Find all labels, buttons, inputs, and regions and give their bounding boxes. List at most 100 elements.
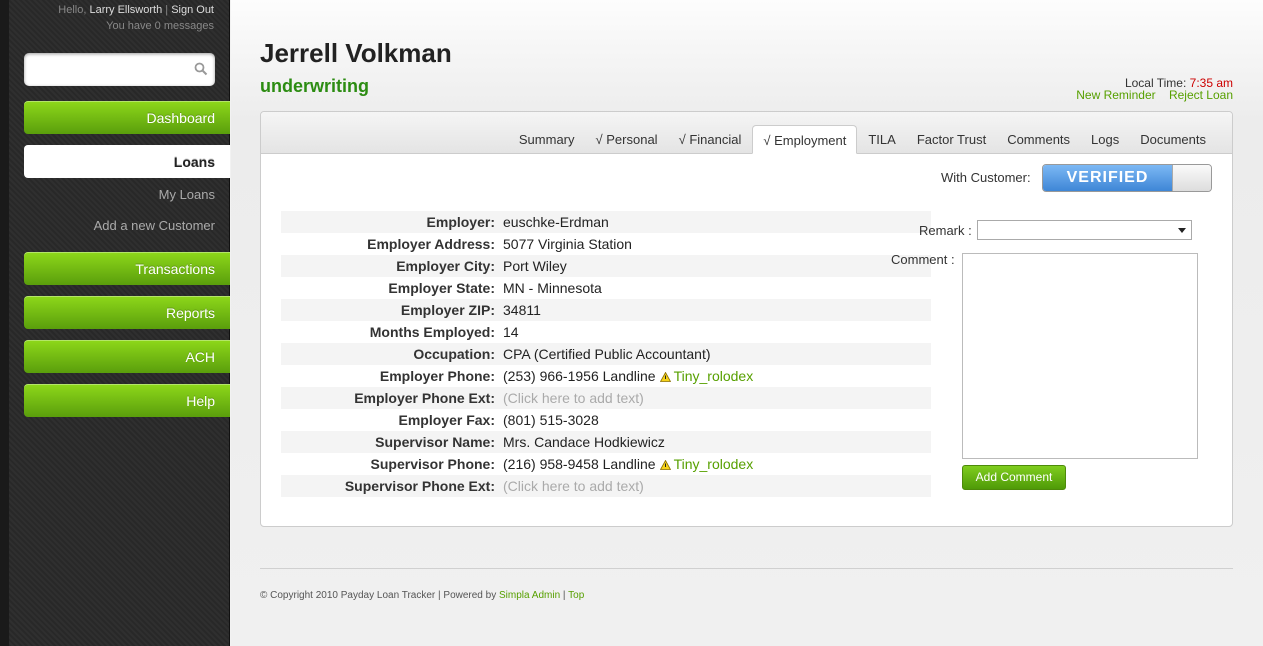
field-row: Employer State: MN - Minnesota	[281, 277, 931, 299]
field-row: Employer Fax: (801) 515-3028	[281, 409, 931, 431]
field-value-cell: (Click here to add text)	[503, 475, 931, 497]
field-row: Supervisor Phone Ext: (Click here to add …	[281, 475, 931, 497]
footer: © Copyright 2010 Payday Loan Tracker | P…	[260, 590, 584, 601]
field-label: Occupation:	[413, 346, 495, 362]
with-customer-toggle[interactable]: VERIFIED	[1042, 164, 1212, 192]
footer-divider	[260, 568, 1233, 569]
tab-logs[interactable]: Logs	[1081, 125, 1129, 154]
field-value-cell: 14	[503, 321, 931, 343]
nav-my-loans[interactable]: My Loans	[24, 187, 215, 202]
tab-bar: Summary √ Personal √ Financial √ Employment…	[508, 125, 1216, 154]
search-box	[24, 53, 215, 86]
field-value-cell: 5077 Virginia Station	[503, 233, 931, 255]
profile-separator: |	[165, 4, 169, 16]
employment-panel: Summary √ Personal √ Financial √ Employment…	[260, 111, 1233, 527]
remark-select[interactable]	[977, 220, 1192, 240]
sidebar: Hello, Larry Ellsworth | Sign Out You ha…	[0, 0, 230, 646]
toggle-knob[interactable]	[1172, 165, 1211, 191]
search-input[interactable]	[24, 53, 184, 86]
nav-loans[interactable]: Loans	[24, 145, 230, 178]
tab-financial[interactable]: √ Financial	[669, 125, 752, 154]
field-value-cell: Mrs. Candace Hodkiewicz	[503, 431, 931, 453]
chevron-down-icon	[1178, 228, 1186, 233]
tab-tila[interactable]: TILA	[858, 125, 905, 154]
nav-dashboard[interactable]: Dashboard	[24, 101, 230, 134]
footer-separator: |	[562, 590, 566, 601]
field-row: Employer: euschke-Erdman	[281, 211, 931, 233]
add-comment-button[interactable]: Add Comment	[962, 465, 1066, 490]
field-value-cell: (253) 966-1956 Landline Tiny_rolodex	[503, 365, 931, 387]
field-value-cell: (801) 515-3028	[503, 409, 931, 431]
field-value-cell: CPA (Certified Public Accountant)	[503, 343, 931, 365]
field-value-cell: 34811	[503, 299, 931, 321]
field-row: Supervisor Name: Mrs. Candace Hodkiewicz	[281, 431, 931, 453]
warning-icon	[659, 460, 671, 470]
field-label: Supervisor Phone Ext:	[344, 478, 495, 494]
field-row: Employer Address: 5077 Virginia Station	[281, 233, 931, 255]
field-row: Employer Phone: (253) 966-1956 Landline Ti…	[281, 365, 931, 387]
employment-fields: Employer: euschke-Erdman Employer Address:…	[281, 211, 931, 497]
field-value: euschke-Erdman	[503, 214, 609, 230]
remark-label: Remark :	[919, 223, 972, 238]
tab-employment[interactable]: √ Employment	[752, 125, 858, 154]
field-value: CPA (Certified Public Accountant)	[503, 346, 711, 362]
field-label: Months Employed:	[369, 324, 495, 340]
main-content: Jerrell Volkman underwriting Local Time:…	[231, 0, 1263, 646]
tab-personal[interactable]: √ Personal	[586, 125, 668, 154]
search-icon[interactable]	[194, 62, 208, 76]
tab-documents[interactable]: Documents	[1130, 125, 1216, 154]
field-value: 34811	[503, 302, 541, 318]
field-label: Supervisor Phone:	[370, 456, 495, 472]
comment-textarea[interactable]	[962, 253, 1198, 459]
field-value: Port Wiley	[503, 258, 567, 274]
field-row: Months Employed: 14	[281, 321, 931, 343]
sidebar-edge	[0, 0, 9, 646]
field-label: Employer Phone:	[379, 368, 495, 384]
tab-comments[interactable]: Comments	[997, 125, 1080, 154]
field-value-cell: Port Wiley	[503, 255, 931, 277]
rolodex-link[interactable]: Tiny_rolodex	[674, 456, 754, 472]
field-value: 5077 Virginia Station	[503, 236, 632, 252]
field-value: Mrs. Candace Hodkiewicz	[503, 434, 665, 450]
with-customer-label: With Customer:	[941, 170, 1031, 185]
field-label: Employer ZIP:	[400, 302, 495, 318]
copyright-text: © Copyright 2010 Payday Loan Tracker | P…	[260, 590, 497, 601]
field-row: Employer ZIP: 34811	[281, 299, 931, 321]
field-row: Occupation: CPA (Certified Public Account…	[281, 343, 931, 365]
user-name-link[interactable]: Larry Ellsworth	[89, 4, 162, 16]
field-label: Supervisor Name:	[375, 434, 495, 450]
top-link[interactable]: Top	[568, 590, 584, 601]
field-label: Employer City:	[396, 258, 495, 274]
tab-summary[interactable]: Summary	[509, 125, 585, 154]
editable-field-value[interactable]: (Click here to add text)	[503, 478, 644, 494]
field-value: MN - Minnesota	[503, 280, 602, 296]
page-title: Jerrell Volkman	[260, 38, 452, 68]
field-value: (801) 515-3028	[503, 412, 599, 428]
action-links: New Reminder Reject Loan	[1066, 88, 1233, 102]
loan-status: underwriting	[260, 76, 369, 96]
field-value-cell: MN - Minnesota	[503, 277, 931, 299]
nav-transactions[interactable]: Transactions	[24, 252, 230, 285]
editable-field-value[interactable]: (Click here to add text)	[503, 390, 644, 406]
new-reminder-link[interactable]: New Reminder	[1076, 88, 1155, 102]
field-label: Employer State:	[388, 280, 495, 296]
field-value-cell: (Click here to add text)	[503, 387, 931, 409]
field-value: (216) 958-9458 Landline	[503, 456, 656, 472]
field-row: Supervisor Phone: (216) 958-9458 Landline…	[281, 453, 931, 475]
tab-factor-trust[interactable]: Factor Trust	[907, 125, 996, 154]
nav-help[interactable]: Help	[24, 384, 230, 417]
rolodex-link[interactable]: Tiny_rolodex	[674, 368, 754, 384]
messages-text[interactable]: You have 0 messages	[58, 18, 214, 34]
panel-header: Summary √ Personal √ Financial √ Employment…	[261, 112, 1232, 154]
field-label: Employer:	[426, 214, 495, 230]
field-value: (253) 966-1956 Landline	[503, 368, 656, 384]
field-value-cell: euschke-Erdman	[503, 211, 931, 233]
nav-ach[interactable]: ACH	[24, 340, 230, 373]
reject-loan-link[interactable]: Reject Loan	[1169, 88, 1233, 102]
sign-out-link[interactable]: Sign Out	[171, 4, 214, 16]
nav-reports[interactable]: Reports	[24, 296, 230, 329]
field-label: Employer Fax:	[398, 412, 495, 428]
field-row: Employer City: Port Wiley	[281, 255, 931, 277]
nav-add-customer[interactable]: Add a new Customer	[24, 218, 215, 233]
simpla-admin-link[interactable]: Simpla Admin	[499, 590, 560, 601]
